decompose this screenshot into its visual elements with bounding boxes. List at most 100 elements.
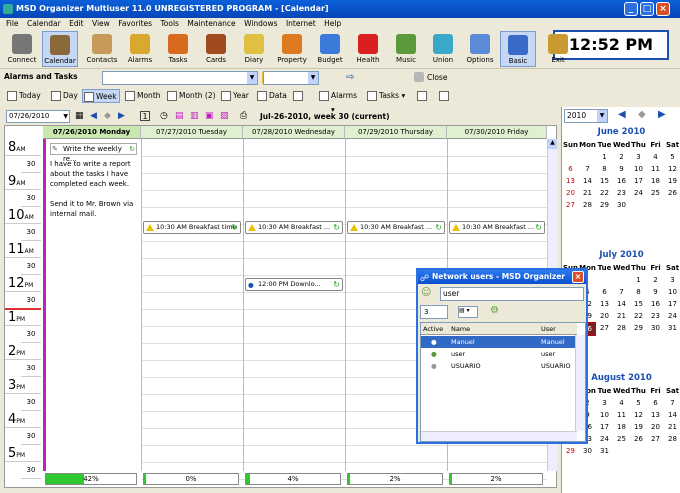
mini-day[interactable]: 15 xyxy=(596,175,613,187)
toolbar-property-button[interactable]: Property xyxy=(274,31,310,67)
close-pane-icon[interactable] xyxy=(414,72,424,82)
view-year[interactable]: Year xyxy=(220,89,252,103)
mini-day[interactable]: 11 xyxy=(647,163,664,175)
mini-day[interactable]: 23 xyxy=(613,187,630,199)
mini-day[interactable]: 20 xyxy=(562,187,579,199)
toolbar-music-button[interactable]: Music xyxy=(388,31,424,67)
mini-day[interactable]: 7 xyxy=(579,163,596,175)
mini-prev-icon[interactable]: ◀ xyxy=(618,109,626,120)
refresh-icon[interactable]: ↻ xyxy=(129,144,135,154)
toolbar-exit-button[interactable]: Exit xyxy=(540,31,576,67)
mini-day[interactable]: 13 xyxy=(562,175,579,187)
mini-day[interactable]: 3 xyxy=(630,151,647,163)
mini-day[interactable]: 24 xyxy=(664,310,680,322)
mini-today-icon[interactable]: ◆ xyxy=(638,109,646,120)
mini-day[interactable]: 9 xyxy=(613,163,630,175)
event-breakfast[interactable]: 10:30 AM Breakfast ... ↻ xyxy=(449,221,545,234)
mini-day[interactable]: 18 xyxy=(613,421,630,433)
task-entry[interactable]: ✎ Write the weekly re... ↻ I have to wri… xyxy=(43,139,141,471)
mini-day[interactable]: 17 xyxy=(664,298,680,310)
day-header[interactable]: 07/29/2010 Thursday xyxy=(345,126,447,139)
task-title-bar[interactable]: ✎ Write the weekly re... ↻ xyxy=(50,143,137,163)
users-table-row[interactable]: ● USUARIO USUARIO xyxy=(421,360,577,372)
mini-day[interactable]: 18 xyxy=(647,175,664,187)
mini-day[interactable]: 1 xyxy=(630,274,647,286)
mini-day[interactable]: 6 xyxy=(596,286,613,298)
mini-day[interactable]: 6 xyxy=(562,163,579,175)
toolbar-options-button[interactable]: Options xyxy=(462,31,498,67)
mini-day[interactable]: 2 xyxy=(647,274,664,286)
users-table-row[interactable]: ● Manuel Manuel xyxy=(421,336,577,348)
menu-internet[interactable]: Internet xyxy=(286,19,316,28)
compact-icon[interactable]: ▧ xyxy=(220,111,229,121)
menu-view[interactable]: View xyxy=(92,19,110,28)
menu-help[interactable]: Help xyxy=(324,19,341,28)
close-label[interactable]: Close xyxy=(427,73,447,82)
event-download[interactable]: ● 12:00 PM Downlo... ↻ xyxy=(245,278,343,291)
menu-edit[interactable]: Edit xyxy=(69,19,84,28)
event-breakfast[interactable]: 10:30 AM Breakfast time ↻ xyxy=(143,221,241,234)
mini-day[interactable]: 22 xyxy=(596,187,613,199)
print-icon[interactable]: ⎙ xyxy=(240,111,247,121)
menu-favorites[interactable]: Favorites xyxy=(118,19,152,28)
toolbar-alarms-button[interactable]: Alarms xyxy=(122,31,158,67)
mini-day[interactable]: 29 xyxy=(596,199,613,211)
toolbar-cards-button[interactable]: Cards xyxy=(198,31,234,67)
filter-combo[interactable]: ▼ xyxy=(102,71,258,85)
col-active[interactable]: Active xyxy=(423,323,443,335)
mini-day[interactable]: 21 xyxy=(579,187,596,199)
one-day-icon[interactable]: 1 xyxy=(140,111,150,121)
mini-day[interactable]: 13 xyxy=(596,298,613,310)
user-search-input[interactable]: user xyxy=(440,287,584,301)
mini-day[interactable]: 7 xyxy=(664,397,680,409)
mini-day[interactable]: 26 xyxy=(664,187,680,199)
mini-day[interactable]: 13 xyxy=(647,409,664,421)
users-table-row[interactable]: ● user user xyxy=(421,348,577,360)
day-header[interactable]: 07/28/2010 Wednesday xyxy=(243,126,345,139)
mini-day[interactable]: 31 xyxy=(664,322,680,336)
split-icon[interactable]: ▣ xyxy=(205,111,214,121)
mini-day[interactable]: 8 xyxy=(630,286,647,298)
network-close-button[interactable]: × xyxy=(572,271,584,283)
menu-windows[interactable]: Windows xyxy=(244,19,277,28)
year-select[interactable]: 2010 ▼ xyxy=(564,109,608,123)
edit-button[interactable] xyxy=(438,89,452,103)
view-month[interactable]: Month xyxy=(124,89,162,103)
toolbar-connect-button[interactable]: Connect xyxy=(4,31,40,67)
nav-arrow-icon[interactable]: ⇨ xyxy=(346,72,354,83)
col-user[interactable]: User xyxy=(541,323,556,335)
mini-day[interactable]: 31 xyxy=(596,445,613,457)
today-diamond-icon[interactable]: ◆ xyxy=(104,111,111,121)
users-hscrollbar[interactable] xyxy=(421,431,577,441)
day-header[interactable]: 07/27/2010 Tuesday xyxy=(141,126,243,139)
mini-day[interactable]: 28 xyxy=(664,433,680,445)
maximize-button[interactable]: □ xyxy=(640,2,654,16)
menu-maintenance[interactable]: Maintenance xyxy=(187,19,235,28)
mini-day[interactable]: 24 xyxy=(596,433,613,445)
mini-day[interactable]: 17 xyxy=(596,421,613,433)
view-day[interactable]: Day xyxy=(50,89,80,103)
send-button[interactable] xyxy=(416,89,430,103)
mini-day[interactable]: 25 xyxy=(647,187,664,199)
mini-day[interactable]: 29 xyxy=(630,322,647,336)
calendar-picker-icon[interactable]: ▦ xyxy=(75,111,84,121)
mini-day[interactable]: 22 xyxy=(630,310,647,322)
users-vscrollbar[interactable] xyxy=(575,335,585,431)
view-mode-dropdown[interactable]: ▤ ▾ xyxy=(458,306,478,318)
event-breakfast[interactable]: 10:30 AM Breakfast ... ↻ xyxy=(245,221,343,234)
view-month2[interactable]: Month (2) xyxy=(166,89,218,103)
clock-icon[interactable]: ◷ xyxy=(160,111,168,121)
scroll-up-icon[interactable]: ▲ xyxy=(548,139,557,149)
mini-day[interactable]: 26 xyxy=(630,433,647,445)
alarms-dropdown[interactable]: Alarms ▾ xyxy=(318,89,362,114)
mini-day[interactable]: 27 xyxy=(647,433,664,445)
mini-day[interactable]: 10 xyxy=(630,163,647,175)
mini-day[interactable]: 24 xyxy=(630,187,647,199)
mini-day[interactable]: 5 xyxy=(664,151,680,163)
mini-day[interactable]: 27 xyxy=(562,199,579,211)
mini-next-icon[interactable]: ▶ xyxy=(658,109,666,120)
date-input[interactable]: 07/26/2010 ▼ xyxy=(6,110,70,123)
mini-day[interactable]: 4 xyxy=(613,397,630,409)
mini-day[interactable]: 5 xyxy=(630,397,647,409)
mini-day[interactable]: 30 xyxy=(613,199,630,211)
